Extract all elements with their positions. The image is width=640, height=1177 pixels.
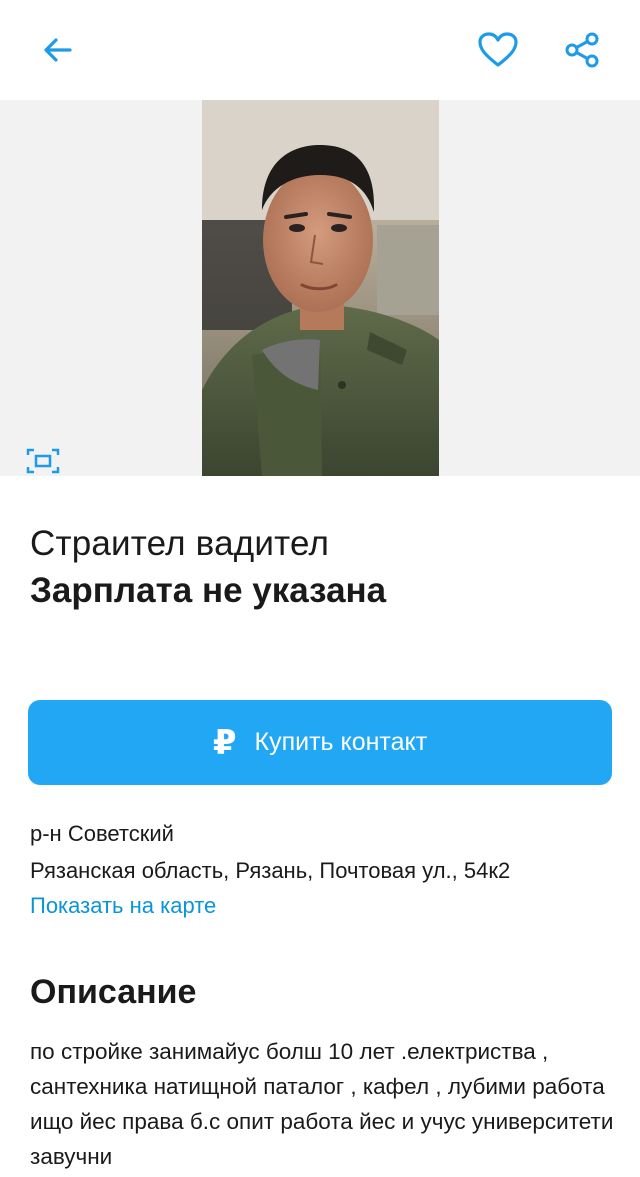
- district-text: р-н Советский: [30, 821, 174, 846]
- salary-label: Зарплата не указана: [30, 571, 387, 610]
- fullscreen-button[interactable]: [24, 446, 62, 476]
- description-text: по стройке занимайус болш 10 лет .електр…: [30, 1039, 614, 1169]
- back-button[interactable]: [36, 28, 80, 72]
- photo-gallery[interactable]: [0, 100, 640, 476]
- address-text: Рязанская область, Рязань, Почтовая ул.,…: [30, 858, 511, 883]
- listing-title: Страител вадител: [30, 524, 330, 563]
- heart-icon: [478, 32, 518, 67]
- share-icon: [565, 32, 599, 68]
- share-button[interactable]: [560, 28, 604, 72]
- description-heading: Описание: [30, 973, 197, 1011]
- buy-contact-label: Купить контакт: [254, 728, 428, 756]
- buy-contact-button[interactable]: ₽ Купить контакт: [28, 700, 612, 785]
- ruble-icon: ₽: [212, 723, 237, 762]
- profile-photo[interactable]: [202, 100, 439, 476]
- arrow-left-icon: [44, 38, 72, 62]
- fullscreen-icon: [26, 448, 60, 474]
- top-bar: [0, 0, 640, 100]
- favorite-button[interactable]: [476, 28, 520, 72]
- show-on-map-link[interactable]: Показать на карте: [30, 890, 216, 922]
